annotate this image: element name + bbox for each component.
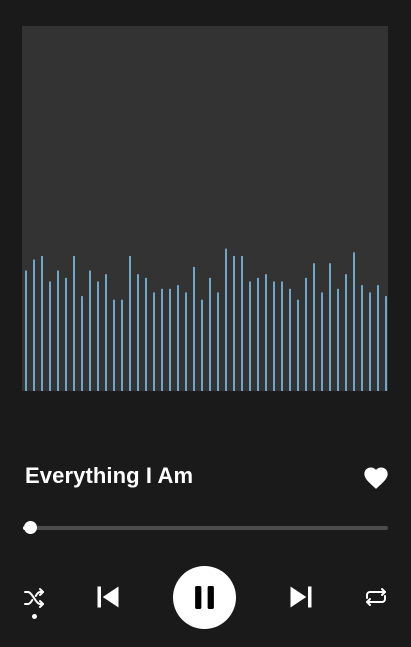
visualizer-bar — [113, 299, 115, 391]
visualizer-bar — [193, 266, 195, 391]
visualizer-bar — [313, 263, 315, 391]
shuffle-button[interactable] — [22, 586, 46, 610]
visualizer-bar — [321, 292, 323, 391]
visualizer-bar — [249, 281, 251, 391]
repeat-icon — [366, 588, 386, 606]
now-playing-screen: Everything I Am — [0, 0, 411, 647]
visualizer-bar — [257, 277, 259, 391]
album-artwork — [22, 26, 388, 391]
visualizer-bar — [161, 288, 163, 391]
playback-progress-slider[interactable] — [23, 518, 388, 538]
next-track-button[interactable] — [287, 583, 315, 611]
visualizer-bar — [281, 281, 283, 391]
visualizer-bar — [305, 277, 307, 391]
progress-track — [23, 526, 388, 530]
visualizer-bar — [185, 292, 187, 391]
visualizer-bar — [153, 292, 155, 391]
repeat-button[interactable] — [363, 585, 389, 609]
visualizer-bar — [169, 288, 171, 391]
visualizer-bar — [217, 292, 219, 391]
shuffle-active-indicator — [32, 614, 37, 619]
like-button[interactable] — [362, 464, 390, 492]
visualizer-bar — [337, 288, 339, 391]
visualizer-bar — [329, 263, 331, 391]
shuffle-icon — [24, 588, 44, 608]
visualizer-bar — [65, 277, 67, 391]
visualizer-bar — [57, 270, 59, 391]
play-pause-button[interactable] — [173, 566, 236, 629]
visualizer-bar — [49, 281, 51, 391]
visualizer-bar — [345, 274, 347, 391]
progress-thumb[interactable] — [24, 521, 38, 534]
visualizer-bar — [81, 296, 83, 391]
visualizer-bar — [273, 281, 275, 391]
visualizer-bar — [121, 299, 123, 391]
visualizer-bar — [361, 285, 363, 391]
visualizer-bar — [385, 296, 387, 391]
visualizer-bar — [97, 281, 99, 391]
pause-icon — [195, 586, 214, 609]
visualizer-bar — [177, 285, 179, 391]
visualizer-bar — [129, 255, 131, 391]
visualizer-bar — [353, 252, 355, 391]
visualizer-bar — [241, 255, 243, 391]
visualizer-bar — [41, 255, 43, 391]
visualizer-bar — [289, 288, 291, 391]
visualizer-bar — [137, 274, 139, 391]
skip-previous-icon — [97, 586, 119, 608]
visualizer-bar — [233, 255, 235, 391]
visualizer-bar — [33, 259, 35, 391]
visualizer-bar — [297, 299, 299, 391]
visualizer-bar — [105, 274, 107, 391]
visualizer-bar — [73, 255, 75, 391]
skip-next-icon — [290, 586, 312, 608]
track-title: Everything I Am — [25, 463, 194, 488]
visualizer-bar — [377, 285, 379, 391]
audio-visualizer — [25, 248, 387, 391]
visualizer-bar — [209, 277, 211, 391]
visualizer-bar — [145, 277, 147, 391]
visualizer-bar — [201, 299, 203, 391]
visualizer-bar — [369, 292, 371, 391]
heart-icon — [364, 467, 388, 489]
visualizer-bar — [89, 270, 91, 391]
visualizer-bar — [25, 270, 27, 391]
visualizer-bar — [225, 248, 227, 391]
visualizer-bar — [265, 274, 267, 391]
previous-track-button[interactable] — [94, 583, 122, 611]
